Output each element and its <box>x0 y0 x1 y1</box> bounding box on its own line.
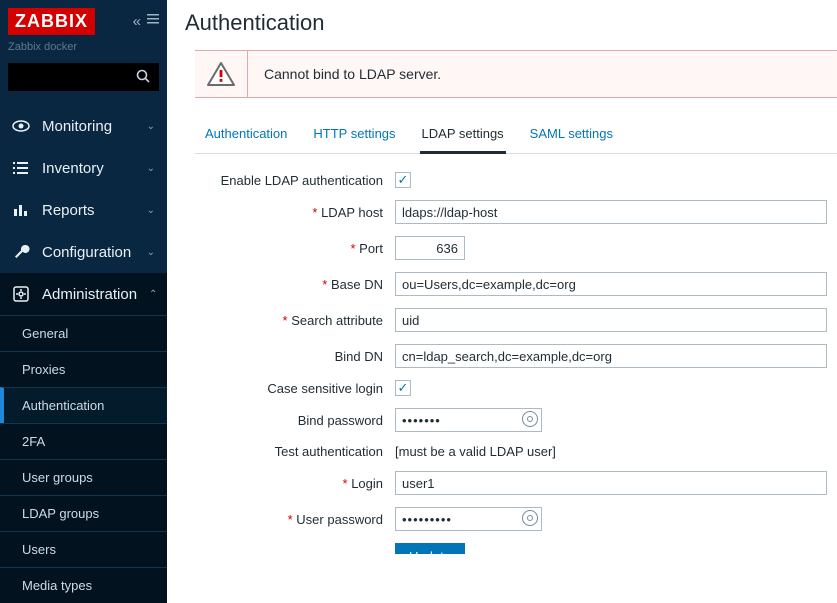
sidebar-menu-icon[interactable] <box>147 13 159 30</box>
chevron-down-icon: ⌄ <box>147 247 155 258</box>
sidebar: ZABBIX « Zabbix docker <box>0 0 167 554</box>
search-icon[interactable] <box>136 69 151 84</box>
case-sensitive-checkbox[interactable]: ✓ <box>395 380 411 396</box>
label-login: Login <box>195 476 395 491</box>
ldap-host-input[interactable] <box>395 200 827 224</box>
label-ldap-host: LDAP host <box>195 205 395 220</box>
page-title: Authentication <box>185 10 837 36</box>
tab-ldap-settings[interactable]: LDAP settings <box>420 118 506 154</box>
login-input[interactable] <box>395 471 827 495</box>
sidebar-item-label: Monitoring <box>42 118 112 135</box>
list-icon <box>12 159 30 177</box>
zabbix-logo[interactable]: ZABBIX <box>8 8 95 35</box>
sidebar-item-label: Administration <box>42 286 137 303</box>
label-bind-dn: Bind DN <box>195 349 395 364</box>
label-enable-ldap: Enable LDAP authentication <box>195 173 395 188</box>
tabs: Authentication HTTP settings LDAP settin… <box>195 118 837 154</box>
user-password-input[interactable] <box>395 507 542 531</box>
sub-item-user-groups[interactable]: User groups <box>0 459 167 495</box>
sub-item-authentication[interactable]: Authentication <box>0 387 167 423</box>
label-case-sensitive: Case sensitive login <box>195 381 395 396</box>
port-input[interactable] <box>395 236 465 260</box>
main-content: Authentication Cannot bind to LDAP serve… <box>167 0 837 554</box>
password-reveal-icon[interactable] <box>522 510 538 526</box>
alert-message: Cannot bind to LDAP server. <box>247 51 837 97</box>
password-reveal-icon[interactable] <box>522 411 538 427</box>
gear-icon <box>12 285 30 303</box>
sub-item-users[interactable]: Users <box>0 531 167 567</box>
collapse-sidebar-icon[interactable]: « <box>133 13 141 30</box>
label-test-auth: Test authentication <box>195 444 395 459</box>
label-user-password: User password <box>195 512 395 527</box>
sidebar-item-label: Inventory <box>42 160 104 177</box>
label-bind-password: Bind password <box>195 413 395 428</box>
sidebar-item-label: Configuration <box>42 244 131 261</box>
sub-item-general[interactable]: General <box>0 315 167 351</box>
sub-item-media-types[interactable]: Media types <box>0 567 167 603</box>
alert-error: Cannot bind to LDAP server. <box>195 50 837 98</box>
sidebar-item-administration[interactable]: Administration ⌃ <box>0 273 167 315</box>
warning-icon <box>195 62 247 86</box>
tab-authentication[interactable]: Authentication <box>203 118 289 153</box>
sub-item-ldap-groups[interactable]: LDAP groups <box>0 495 167 531</box>
sidebar-item-configuration[interactable]: Configuration ⌄ <box>0 231 167 273</box>
bind-password-input[interactable] <box>395 408 542 432</box>
server-name: Zabbix docker <box>8 41 159 53</box>
sidebar-item-label: Reports <box>42 202 95 219</box>
chevron-up-icon: ⌃ <box>149 289 157 300</box>
sidebar-item-reports[interactable]: Reports ⌄ <box>0 189 167 231</box>
sidebar-item-inventory[interactable]: Inventory ⌄ <box>0 147 167 189</box>
enable-ldap-checkbox[interactable]: ✓ <box>395 172 411 188</box>
chevron-down-icon: ⌄ <box>147 163 155 174</box>
base-dn-input[interactable] <box>395 272 827 296</box>
label-base-dn: Base DN <box>195 277 395 292</box>
bind-dn-input[interactable] <box>395 344 827 368</box>
label-port: Port <box>195 241 395 256</box>
chevron-down-icon: ⌄ <box>147 205 155 216</box>
test-auth-hint: [must be a valid LDAP user] <box>395 444 556 459</box>
ldap-form: Enable LDAP authentication ✓ LDAP host P… <box>195 154 837 554</box>
tab-saml-settings[interactable]: SAML settings <box>528 118 615 153</box>
eye-icon <box>12 117 30 135</box>
label-search-attr: Search attribute <box>195 313 395 328</box>
search-attr-input[interactable] <box>395 308 827 332</box>
sub-item-2fa[interactable]: 2FA <box>0 423 167 459</box>
sidebar-item-monitoring[interactable]: Monitoring ⌄ <box>0 105 167 147</box>
chart-icon <box>12 201 30 219</box>
wrench-icon <box>12 243 30 261</box>
tab-http-settings[interactable]: HTTP settings <box>311 118 397 153</box>
update-button[interactable]: Update <box>395 543 465 554</box>
sub-item-proxies[interactable]: Proxies <box>0 351 167 387</box>
chevron-down-icon: ⌄ <box>147 121 155 132</box>
